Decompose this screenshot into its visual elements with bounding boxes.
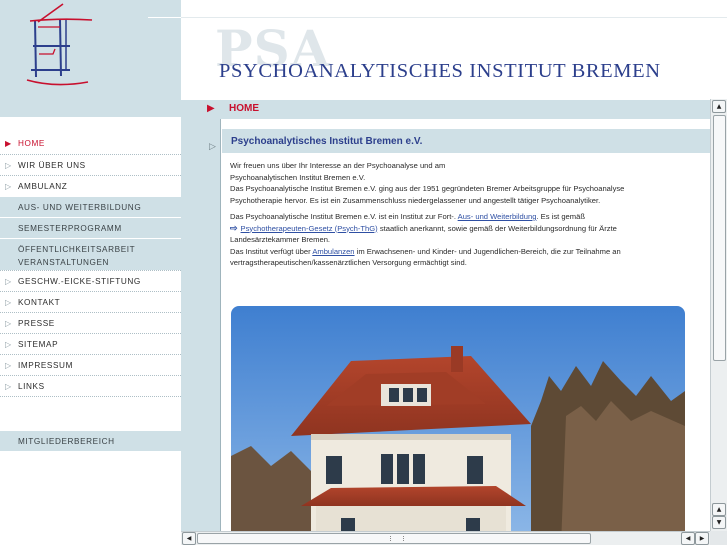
vertical-scroll-thumb[interactable]: [713, 115, 726, 361]
triangle-solid-icon: ▶: [5, 139, 12, 148]
link-psychotherapeuten-gesetz[interactable]: Psychotherapeuten-Gesetz (Psych-ThG): [241, 224, 378, 233]
nav-sub-group: ÖFFENTLICHKEITSARBEIT VERANSTALTUNGEN: [0, 238, 181, 270]
content-left-strip: [181, 119, 221, 531]
nav-item-home[interactable]: ▶ HOME: [0, 133, 181, 154]
nav-item-sitemap[interactable]: ▷ SITEMAP: [0, 333, 181, 354]
horizontal-scrollbar[interactable]: ◀ ◀ ▶: [181, 531, 710, 545]
vertical-scrollbar[interactable]: ▲ ▲ ▼: [710, 99, 727, 531]
text-line: Das Psychoanalytische Institut Bremen e.…: [230, 211, 710, 223]
arrow-right-icon[interactable]: ▶: [695, 532, 709, 545]
content-header: Psychoanalytisches Institut Bremen e.V.: [222, 128, 710, 153]
nav-item-wir-ueber-uns[interactable]: ▷ WIR ÜBER UNS: [0, 154, 181, 175]
logo-divider: [148, 17, 181, 18]
triangle-outline-icon: ▷: [209, 142, 216, 152]
text-fragment: im Erwachsenen- und Kinder- und Jugendli…: [354, 246, 621, 256]
external-link-icon: ⇨: [230, 222, 238, 233]
arrow-left-icon[interactable]: ◀: [182, 532, 196, 545]
nav-item-label: AMBULANZ: [18, 181, 68, 191]
text-fragment: Das Institut verfügt über: [230, 246, 313, 256]
nav-item-presse[interactable]: ▷ PRESSE: [0, 312, 181, 333]
triangle-outline-icon: ▷: [5, 297, 12, 307]
nav-item-impressum[interactable]: ▷ IMPRESSUM: [0, 354, 181, 375]
text-line: Landesärztekammer Bremen.: [230, 235, 331, 244]
nav-item-label: SITEMAP: [18, 339, 59, 349]
nav-sub-oeffentlichkeitsarbeit[interactable]: ÖFFENTLICHKEITSARBEIT: [18, 243, 181, 256]
content-frame: Psychoanalytisches Institut Bremen e.V. …: [222, 119, 710, 531]
scrollbar-corner: [710, 531, 727, 545]
text-line: Das Institut verfügt über Ambulanzen im …: [230, 246, 710, 258]
nav-divider: [0, 396, 181, 397]
triangle-outline-icon: ▷: [5, 181, 12, 191]
nav-item-mitgliederbereich[interactable]: MITGLIEDERBEREICH: [0, 431, 181, 451]
site-title: PSYCHOANALYTISCHES INSTITUT BREMEN: [219, 60, 661, 82]
triangle-outline-icon: ▷: [5, 160, 12, 170]
text-line: Psychotherapie hervor. Es ist ein Zusamm…: [230, 195, 601, 205]
text-line: Das Psychoanalytische Institut Bremen e.…: [230, 184, 625, 193]
nav-sub-semesterprogramm[interactable]: SEMESTERPROGRAMM: [0, 217, 181, 238]
arrow-left-icon[interactable]: ◀: [681, 532, 695, 545]
nav-item-label: HOME: [18, 139, 45, 148]
header-divider: [181, 17, 727, 18]
text-fragment: staatlich anerkannt, sowie gemäß der Wei…: [377, 223, 617, 233]
triangle-outline-icon: ▷: [5, 381, 12, 391]
nav-sub-veranstaltungen[interactable]: VERANSTALTUNGEN: [18, 256, 181, 269]
horizontal-scroll-thumb[interactable]: [197, 533, 591, 544]
link-ambulanzen[interactable]: Ambulanzen: [312, 247, 354, 256]
nav-item-label: WIR ÜBER UNS: [18, 160, 86, 170]
text-line: Psychoanalytischen Institut Bremen e.V.: [230, 172, 366, 182]
nav-item-label: GESCHW.-EICKE-STIFTUNG: [18, 276, 141, 286]
text-fragment: Das Psychoanalytische Institut Bremen e.…: [230, 212, 458, 221]
triangle-outline-icon: ▷: [5, 318, 12, 328]
breadcrumb-current: HOME: [229, 103, 259, 114]
triangle-outline-icon: ▷: [5, 339, 12, 349]
nav-item-stiftung[interactable]: ▷ GESCHW.-EICKE-STIFTUNG: [0, 270, 181, 291]
nav-item-label: LINKS: [18, 381, 45, 391]
text-line: Wir freuen uns über Ihr Interesse an der…: [230, 161, 446, 170]
institute-building-photo: [231, 306, 685, 531]
nav-item-label: KONTAKT: [18, 297, 61, 307]
logo-panel: [0, 0, 181, 117]
link-aus-und-weiterbildung[interactable]: Aus- und Weiterbildung: [458, 212, 537, 221]
text-fragment: . Es ist gemäß: [536, 212, 585, 221]
triangle-outline-icon: ▷: [5, 360, 12, 370]
nav-item-label: PRESSE: [18, 318, 55, 328]
content-text: Wir freuen uns über Ihr Interesse an der…: [230, 160, 710, 269]
content-heading: Psychoanalytisches Institut Bremen e.V.: [231, 136, 423, 147]
arrow-up-icon[interactable]: ▲: [712, 100, 726, 113]
text-line: vertragstherapeutischen/kassenärztlichen…: [230, 258, 467, 267]
breadcrumb-bar: [181, 100, 727, 119]
arrow-up-icon[interactable]: ▲: [712, 503, 726, 516]
sidebar-nav: ▶ HOME ▷ WIR ÜBER UNS ▷ AMBULANZ AUS- UN…: [0, 133, 181, 397]
nav-item-links[interactable]: ▷ LINKS: [0, 375, 181, 396]
triangle-outline-icon: ▷: [5, 276, 12, 286]
nav-sub-aus-und-weiterbildung[interactable]: AUS- UND WEITERBILDUNG: [0, 196, 181, 217]
nav-item-label: IMPRESSUM: [18, 360, 73, 370]
arrow-down-icon[interactable]: ▼: [712, 516, 726, 529]
arrow-right-icon: ▶: [207, 103, 215, 114]
nav-item-kontakt[interactable]: ▷ KONTAKT: [0, 291, 181, 312]
text-line: ⇨ Psychotherapeuten-Gesetz (Psych-ThG) st…: [230, 223, 710, 235]
nav-item-ambulanz[interactable]: ▷ AMBULANZ: [0, 175, 181, 196]
